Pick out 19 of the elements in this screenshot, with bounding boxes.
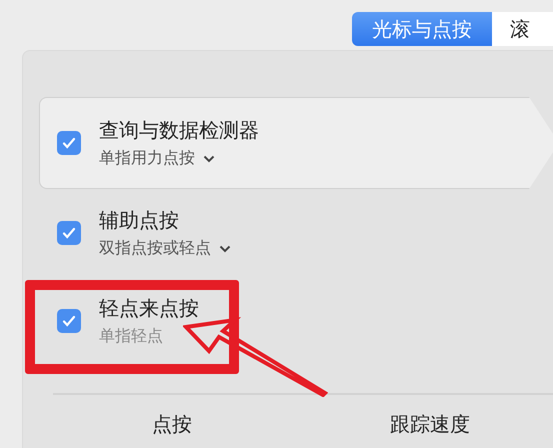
option-row[interactable]: 查询与数据检测器 单指用力点按: [39, 97, 553, 189]
chevron-down-icon[interactable]: [219, 244, 231, 252]
option-title: 查询与数据检测器: [99, 117, 259, 144]
option-title: 轻点来点按: [99, 295, 199, 322]
tab[interactable]: 光标与点按: [352, 12, 492, 46]
section-label: 点按: [152, 411, 192, 438]
option-title: 辅助点按: [99, 207, 180, 234]
checkbox[interactable]: [57, 131, 81, 155]
checkmark-icon: [61, 225, 77, 241]
chevron-down-icon[interactable]: [203, 154, 215, 162]
option-dropdown[interactable]: 双指点按或轻点: [99, 238, 211, 259]
checkmark-icon: [61, 313, 77, 329]
option-subtitle: 单指轻点: [99, 326, 163, 347]
section-label: 跟踪速度: [390, 411, 470, 438]
option-dropdown[interactable]: 单指用力点按: [99, 148, 195, 169]
checkmark-icon: [61, 135, 77, 151]
tab[interactable]: 滚: [492, 12, 553, 46]
checkbox[interactable]: [57, 309, 81, 333]
checkbox[interactable]: [57, 221, 81, 245]
